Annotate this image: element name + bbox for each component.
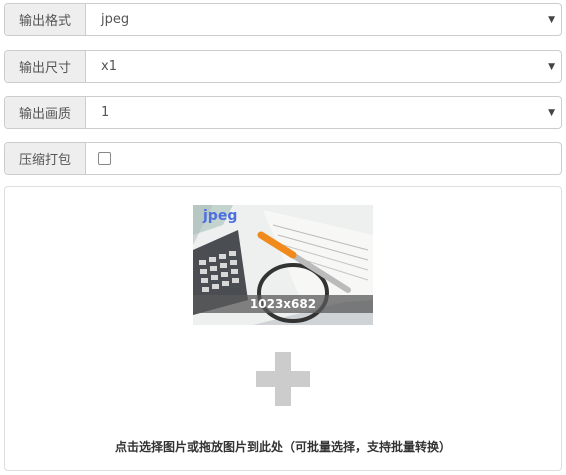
plus-icon[interactable] [256, 352, 310, 406]
compress-field [86, 143, 561, 174]
thumbnail-format-badge: jpeg [203, 208, 238, 224]
output-size-label: 输出尺寸 [5, 51, 86, 82]
compress-row: 压缩打包 [4, 142, 562, 175]
output-quality-label: 输出画质 [5, 97, 86, 128]
output-quality-row: 输出画质 1 ▼ [4, 96, 562, 129]
output-format-label: 输出格式 [5, 4, 86, 35]
image-dropzone[interactable]: jpeg 1023x682 点击选择图片或拖放图片到此处（可批量选择，支持批量转… [4, 186, 562, 471]
compress-label: 压缩打包 [5, 143, 86, 174]
image-thumbnail[interactable]: jpeg 1023x682 [193, 205, 373, 325]
caret-down-icon: ▼ [548, 61, 555, 72]
thumbnail-dimensions: 1023x682 [193, 295, 373, 313]
output-quality-select[interactable]: 1 ▼ [86, 97, 561, 128]
caret-down-icon: ▼ [548, 107, 555, 118]
output-size-value: x1 [101, 59, 117, 74]
output-size-select[interactable]: x1 ▼ [86, 51, 561, 82]
dropzone-hint: 点击选择图片或拖放图片到此处（可批量选择，支持批量转换） [114, 440, 451, 454]
caret-down-icon: ▼ [548, 14, 555, 25]
output-format-select[interactable]: jpeg ▼ [86, 4, 561, 35]
compress-checkbox[interactable] [98, 152, 111, 165]
output-quality-value: 1 [101, 105, 110, 120]
output-format-value: jpeg [101, 12, 130, 27]
output-format-row: 输出格式 jpeg ▼ [4, 3, 562, 36]
output-size-row: 输出尺寸 x1 ▼ [4, 50, 562, 83]
